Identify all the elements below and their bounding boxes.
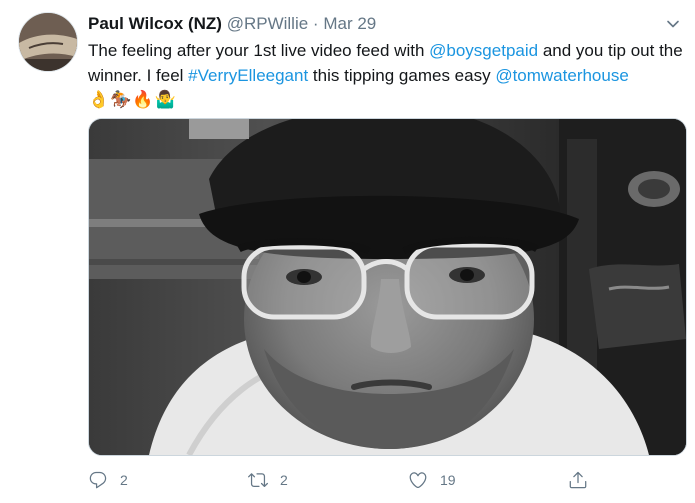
- like-button[interactable]: 19: [408, 466, 456, 494]
- avatar[interactable]: [18, 12, 78, 72]
- author-name[interactable]: Paul Wilcox (NZ): [88, 14, 222, 33]
- author-handle[interactable]: @RPWillie: [227, 14, 308, 33]
- share-button[interactable]: [568, 466, 600, 494]
- reply-icon: [89, 471, 107, 489]
- tweet-header: Paul Wilcox (NZ) @RPWillie · Mar 29: [88, 13, 376, 35]
- retweet-button[interactable]: 2: [248, 466, 288, 494]
- separator-dot: ·: [312, 14, 319, 33]
- chevron-down-icon[interactable]: [665, 16, 681, 32]
- mention-link[interactable]: @boysgetpaid: [429, 41, 538, 60]
- reply-count: 2: [120, 472, 128, 488]
- avatar-image: [19, 13, 77, 71]
- tweet-photo[interactable]: [88, 118, 687, 456]
- tweet-card[interactable]: Paul Wilcox (NZ) @RPWillie · Mar 29 The …: [0, 0, 695, 503]
- emoji-row: 👌🏇🔥🤷‍♂️: [88, 90, 177, 109]
- mention-link[interactable]: @tomwaterhouse: [495, 66, 629, 85]
- tweet-actions: 2 2 19: [88, 466, 683, 494]
- hashtag-link[interactable]: #VerryElleegant: [188, 66, 308, 85]
- retweet-count: 2: [280, 472, 288, 488]
- tweet-text: The feeling after your 1st live video fe…: [88, 38, 683, 112]
- photo-image: [89, 119, 686, 455]
- like-icon: [409, 472, 427, 489]
- tweet-text-part: this tipping games easy: [308, 66, 496, 85]
- like-count: 19: [440, 472, 456, 488]
- tweet-date[interactable]: Mar 29: [323, 14, 376, 33]
- retweet-icon: [248, 473, 268, 488]
- tweet-text-part: The feeling after your 1st live video fe…: [88, 41, 430, 60]
- share-icon: [569, 471, 587, 489]
- reply-button[interactable]: 2: [88, 466, 128, 494]
